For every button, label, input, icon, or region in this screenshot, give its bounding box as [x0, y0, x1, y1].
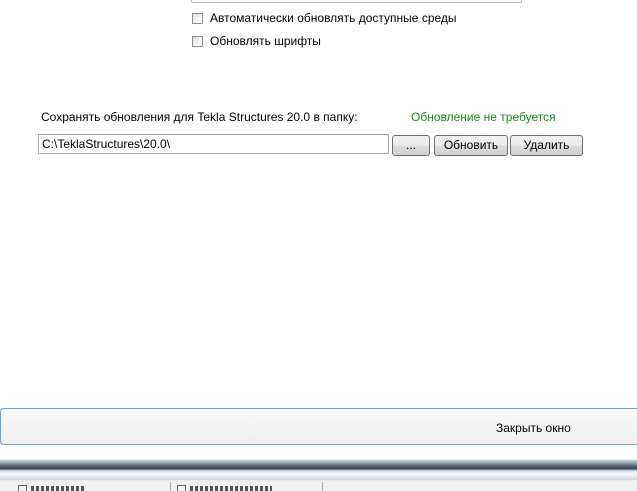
taskbar — [0, 455, 637, 491]
status-divider-2 — [322, 482, 323, 491]
size-icon — [18, 485, 27, 491]
delete-button[interactable]: Удалить — [510, 135, 583, 156]
save-folder-path-input[interactable] — [38, 134, 389, 154]
status-readout-partial — [31, 486, 86, 491]
update-button[interactable]: Обновить — [434, 135, 508, 156]
update-fonts-label: Обновлять шрифты — [210, 34, 321, 48]
browse-folder-button[interactable]: ... — [392, 135, 430, 156]
environment-dropdown[interactable] — [191, 0, 522, 3]
save-folder-label: Сохранять обновления для Tekla Structure… — [41, 110, 358, 124]
auto-update-envs-label: Автоматически обновлять доступные среды — [210, 11, 457, 25]
update-status-text: Обновление не требуется — [411, 110, 556, 124]
close-window-button[interactable]: Закрыть окно — [496, 421, 571, 435]
update-fonts-option[interactable]: Обновлять шрифты — [192, 33, 321, 49]
status-readout-partial-2 — [190, 486, 272, 491]
auto-update-envs-option[interactable]: Автоматически обновлять доступные среды — [192, 10, 457, 26]
status-divider — [170, 482, 171, 491]
auto-update-envs-checkbox[interactable] — [192, 12, 203, 24]
file-icon — [177, 485, 186, 491]
update-fonts-checkbox[interactable] — [192, 35, 203, 47]
